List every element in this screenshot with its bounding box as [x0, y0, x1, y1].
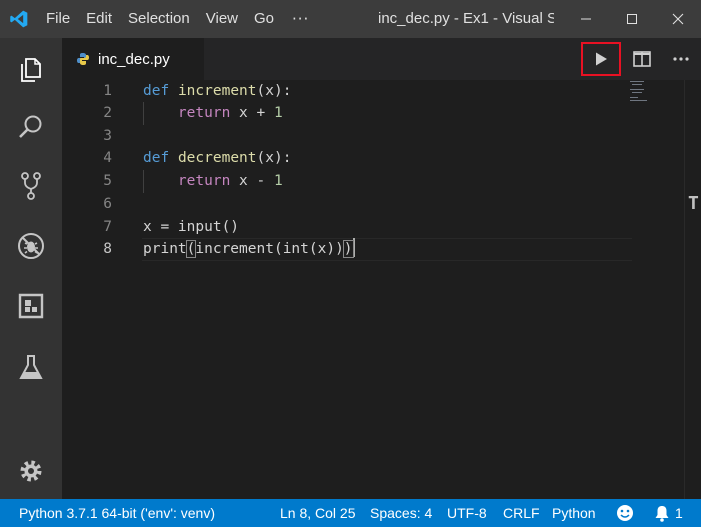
code-editor[interactable]: 1 def increment(x): 2 return x + 1 3 4 d…: [62, 80, 701, 499]
menu-go[interactable]: Go: [246, 0, 282, 38]
code-text[interactable]: def decrement(x):: [143, 147, 291, 170]
gear-icon[interactable]: [0, 443, 62, 499]
code-line-active[interactable]: 8 print(increment(int(x))): [62, 238, 632, 261]
text-cursor: [352, 238, 355, 257]
python-interpreter[interactable]: Python 3.7.1 64-bit ('env': venv): [19, 499, 215, 527]
bell-icon: [655, 505, 669, 522]
maximize-button[interactable]: [609, 0, 655, 38]
code-text[interactable]: return x + 1: [143, 102, 283, 125]
line-number: 6: [103, 196, 112, 212]
line-number: 8: [103, 241, 112, 257]
minimap[interactable]: [630, 80, 685, 110]
line-number: 5: [103, 173, 112, 189]
code-text[interactable]: print(increment(int(x))): [143, 238, 355, 261]
tab-label: inc_dec.py: [98, 50, 170, 68]
code-line[interactable]: 6: [62, 193, 632, 216]
code-text[interactable]: return x - 1: [143, 170, 283, 193]
menu-bar: File Edit Selection View Go ···: [38, 0, 319, 38]
indentation[interactable]: Spaces: 4: [370, 499, 432, 527]
run-icon: [596, 52, 607, 66]
menu-view[interactable]: View: [198, 0, 246, 38]
maximize-icon: [627, 14, 637, 24]
code-line[interactable]: 7 x = input(): [62, 216, 632, 239]
editor-actions: [581, 38, 701, 80]
tab-bar: inc_dec.py: [62, 38, 701, 80]
testing-icon[interactable]: [0, 340, 62, 396]
more-actions-button[interactable]: [662, 40, 700, 78]
search-icon[interactable]: [0, 99, 62, 155]
extensions-icon[interactable]: [0, 278, 62, 334]
split-editor-icon: [633, 51, 651, 67]
cursor-position[interactable]: Ln 8, Col 25: [280, 499, 356, 527]
code-line[interactable]: 2 return x + 1: [62, 102, 632, 125]
menu-selection[interactable]: Selection: [120, 0, 198, 38]
language-mode[interactable]: Python: [552, 499, 596, 527]
code-line[interactable]: 1 def increment(x):: [62, 80, 632, 103]
title-bar: File Edit Selection View Go ··· inc_dec.…: [0, 0, 701, 38]
minimize-icon: [581, 18, 591, 20]
explorer-icon[interactable]: [0, 42, 62, 98]
menu-file[interactable]: File: [38, 0, 78, 38]
split-editor-button[interactable]: [623, 40, 661, 78]
code-line[interactable]: 3: [62, 125, 632, 148]
code-text[interactable]: x = input(): [143, 216, 239, 239]
activity-bar: [0, 38, 62, 499]
debug-icon[interactable]: [0, 218, 62, 274]
menu-edit[interactable]: Edit: [78, 0, 120, 38]
line-number: 2: [103, 105, 112, 121]
tab-inc-dec-py[interactable]: inc_dec.py: [62, 38, 204, 80]
status-bar: Python 3.7.1 64-bit ('env': venv) Ln 8, …: [0, 499, 701, 527]
more-actions-icon: [673, 57, 689, 61]
window-controls: [563, 0, 701, 38]
code-line[interactable]: 5 return x - 1: [62, 170, 632, 193]
scrollbar-track[interactable]: [684, 80, 685, 499]
minimize-button[interactable]: [563, 0, 609, 38]
line-number: 3: [103, 128, 112, 144]
encoding[interactable]: UTF-8: [447, 499, 487, 527]
menu-more-button[interactable]: ···: [282, 10, 319, 28]
line-number: 4: [103, 150, 112, 166]
vscode-logo-icon[interactable]: [0, 0, 38, 38]
code-text[interactable]: def increment(x):: [143, 80, 291, 103]
notifications-button[interactable]: 1: [654, 499, 683, 527]
line-number: 1: [103, 83, 112, 99]
python-file-icon: [77, 53, 89, 65]
smiley-icon[interactable]: [616, 499, 634, 527]
end-of-line[interactable]: CRLF: [503, 499, 540, 527]
close-button[interactable]: [655, 0, 701, 38]
run-button[interactable]: [581, 42, 621, 76]
window-title: inc_dec.py - Ex1 - Visual Studio Code: [378, 10, 554, 27]
notifications-count: 1: [675, 505, 683, 521]
scrollbar-cursor-marker: T: [688, 193, 699, 214]
code-line[interactable]: 4 def decrement(x):: [62, 147, 632, 170]
line-number: 7: [103, 219, 112, 235]
close-icon: [672, 13, 684, 25]
source-control-icon[interactable]: [0, 158, 62, 214]
